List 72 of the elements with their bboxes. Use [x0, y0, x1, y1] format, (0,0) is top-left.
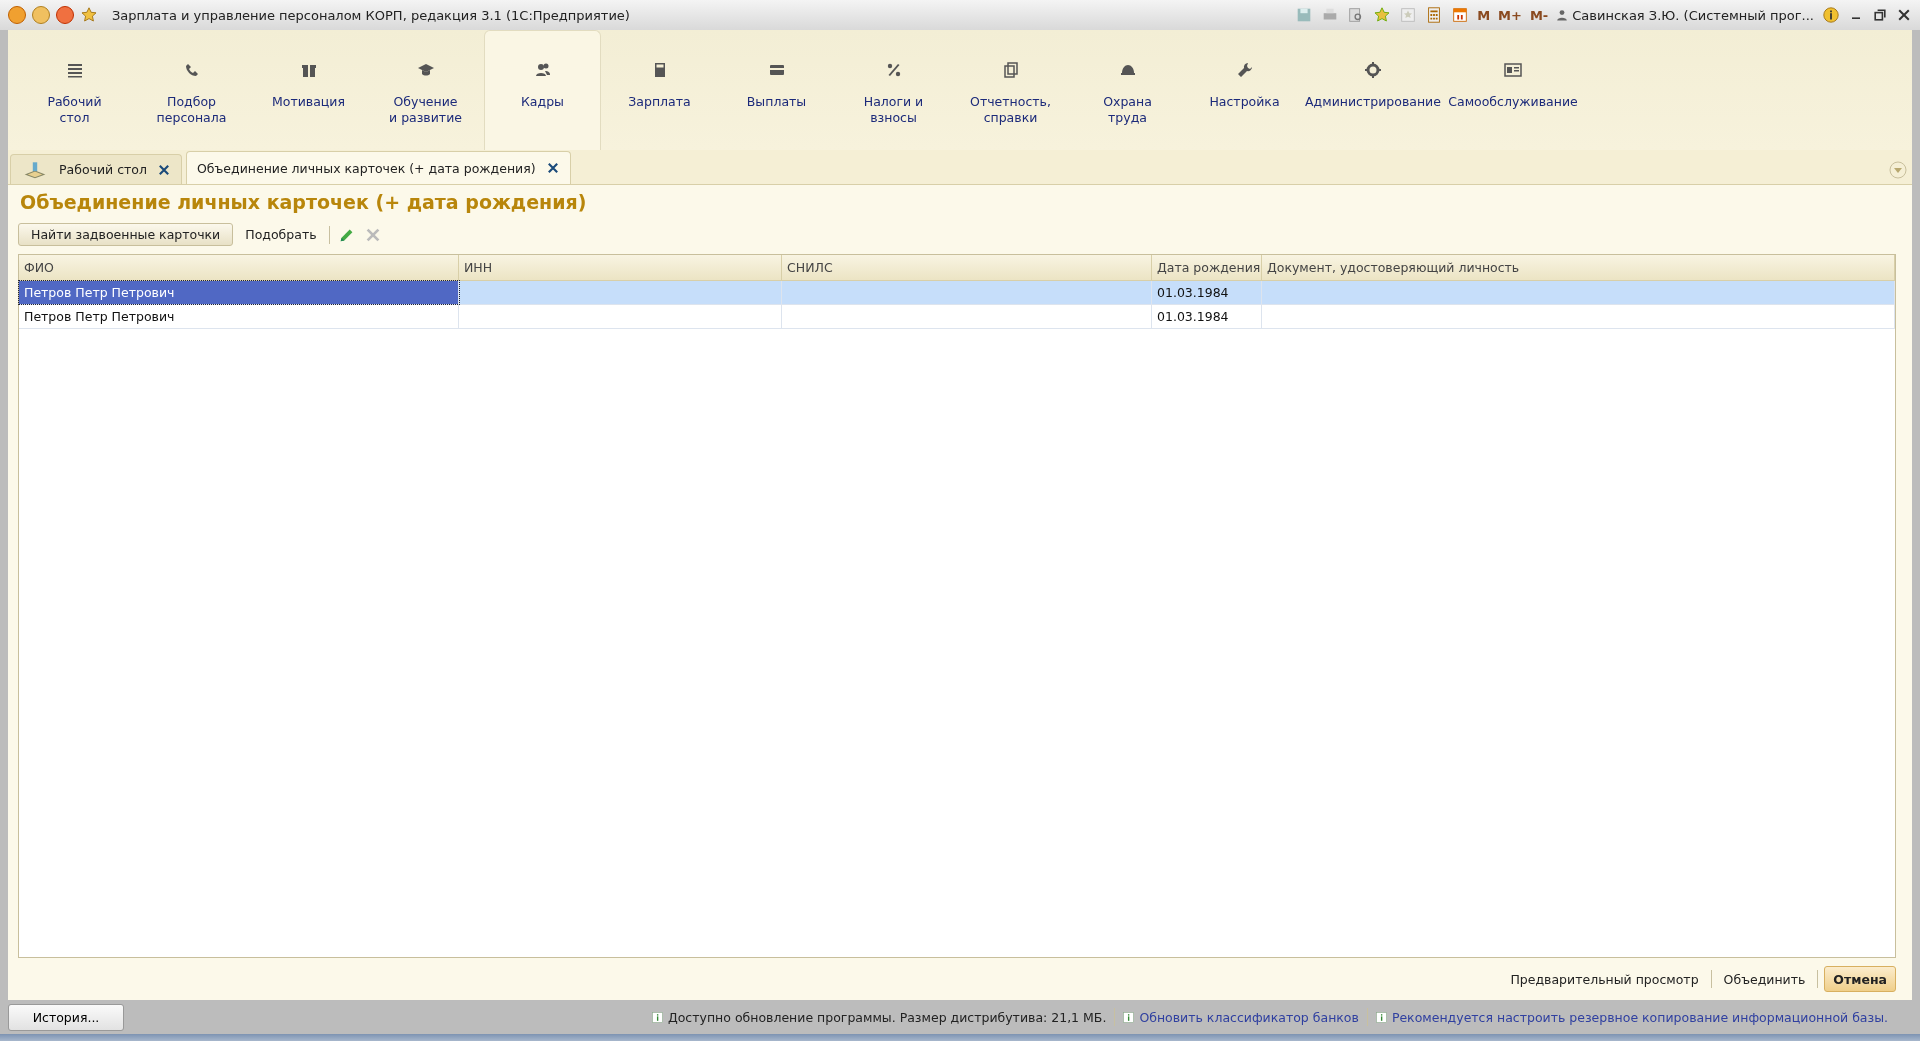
id-card-icon: [1503, 60, 1523, 80]
menu-button[interactable]: [32, 6, 50, 24]
table-row[interactable]: Петров Петр Петрович 01.03.1984: [19, 281, 1895, 305]
status-message: Доступно обновление программы. Размер дистрибутива: 21,1 МБ.: [667, 1009, 1107, 1025]
table-cell: Петров Петр Петрович: [19, 305, 459, 328]
find-button[interactable]: Найти задвоенные карточки: [18, 223, 234, 246]
table-cell: Петров Петр Петрович: [19, 281, 459, 304]
column-header[interactable]: СНИЛС: [782, 255, 1152, 280]
memory-button[interactable]: M-: [1529, 7, 1549, 23]
footer-button[interactable]: Отмена: [1824, 966, 1896, 992]
section-tab[interactable]: Подбор персонала: [133, 30, 250, 150]
form-title: Объединение личных карточек (+ дата рождения): [20, 191, 588, 213]
tab-label[interactable]: Рабочий стол: [59, 162, 147, 177]
user-name[interactable]: Савинская З.Ю. (Системный прог...: [1572, 7, 1814, 23]
history-button[interactable]: История...: [8, 1003, 124, 1031]
section-label[interactable]: Подбор персонала: [156, 94, 227, 126]
section-label[interactable]: Выплаты: [746, 94, 807, 110]
section-tab[interactable]: Отчетность, справки: [952, 30, 1069, 150]
memory-button[interactable]: M: [1477, 7, 1491, 23]
section-tab[interactable]: Рабочий стол: [16, 30, 133, 150]
section-label[interactable]: Администрирование: [1305, 94, 1441, 110]
footer-button[interactable]: Объединить: [1717, 968, 1812, 990]
info-icon: [1123, 1011, 1135, 1023]
status-link[interactable]: Обновить классификатор банков: [1139, 1009, 1359, 1025]
close-icon[interactable]: [1896, 7, 1912, 23]
column-header[interactable]: Дата рождения: [1152, 255, 1262, 280]
section-label[interactable]: Рабочий стол: [47, 94, 102, 126]
section-label[interactable]: Самообслуживание: [1448, 94, 1578, 110]
section-tab[interactable]: Настройка: [1186, 30, 1303, 150]
tab-label[interactable]: Объединение личных карточек (+ дата рождения): [196, 160, 536, 176]
app-logo[interactable]: [8, 6, 26, 24]
section-label[interactable]: Обучение и развитие: [389, 94, 462, 126]
info-icon[interactable]: [1822, 6, 1840, 24]
section-tab[interactable]: Администрирование: [1303, 30, 1443, 150]
open-tab[interactable]: Рабочий стол: [10, 154, 182, 184]
section-tab[interactable]: Мотивация: [250, 30, 367, 150]
table-row[interactable]: Петров Петр Петрович 01.03.1984: [19, 305, 1895, 329]
restore-icon[interactable]: [1872, 7, 1888, 23]
open-tab[interactable]: Объединение личных карточек (+ дата рождения): [185, 151, 571, 184]
memory-button[interactable]: M+: [1498, 7, 1522, 23]
column-header[interactable]: Документ, удостоверяющий личность: [1262, 255, 1895, 280]
section-tab[interactable]: Кадры: [484, 30, 601, 150]
section-label[interactable]: Зарплата: [628, 94, 691, 110]
user-icon: [1556, 9, 1569, 21]
close-circle-button[interactable]: [56, 6, 74, 24]
section-tab[interactable]: Охрана труда: [1069, 30, 1186, 150]
window-title: Зарплата и управление персоналом КОРП, редакция 3.1 (1С:Предприятие): [112, 7, 631, 23]
section-tab[interactable]: Обучение и развитие: [367, 30, 484, 150]
info-icon: [651, 1011, 663, 1023]
footer-button[interactable]: Предварительный просмотр: [1504, 968, 1705, 990]
table-cell: 01.03.1984: [1152, 281, 1262, 304]
close-icon[interactable]: [156, 162, 171, 177]
section-tab[interactable]: Зарплата: [601, 30, 718, 150]
section-label[interactable]: Охрана труда: [1103, 94, 1152, 126]
section-label[interactable]: Настройка: [1209, 94, 1280, 110]
status-link[interactable]: Рекомендуется настроить резервное копирование информационной базы.: [1391, 1009, 1888, 1025]
close-icon[interactable]: [545, 161, 560, 175]
table-cell: 01.03.1984: [1152, 305, 1262, 328]
column-header[interactable]: ИНН: [459, 255, 782, 280]
section-tab[interactable]: Выплаты: [718, 30, 835, 150]
section-label[interactable]: Отчетность, справки: [970, 94, 1051, 126]
info-icon: [1375, 1011, 1387, 1023]
calendar-icon[interactable]: [1451, 6, 1470, 24]
dropdown-icon[interactable]: [1888, 160, 1908, 180]
section-label[interactable]: Налоги и взносы: [863, 94, 924, 126]
section-label[interactable]: Кадры: [521, 94, 564, 110]
section-tab[interactable]: Самообслуживание: [1443, 30, 1583, 150]
section-label[interactable]: Мотивация: [272, 94, 345, 110]
star-icon[interactable]: [80, 6, 98, 24]
section-tab[interactable]: Налоги и взносы: [835, 30, 952, 150]
star-icon[interactable]: [1373, 6, 1392, 24]
pick-button[interactable]: Подобрать: [241, 227, 321, 242]
